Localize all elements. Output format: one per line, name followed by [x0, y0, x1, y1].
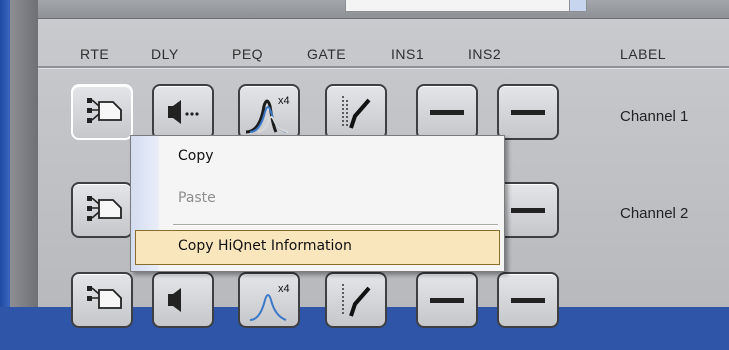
top-dropdown[interactable]	[345, 0, 587, 12]
column-header-ins1: INS1	[391, 46, 425, 62]
ins1-button[interactable]	[416, 84, 478, 140]
channel-label: Channel 1	[620, 108, 689, 125]
window-frame	[10, 0, 39, 307]
rte-button[interactable]	[71, 272, 133, 328]
channel-row: x4	[38, 272, 729, 350]
window-left-edge	[0, 0, 10, 307]
routing-icon	[87, 286, 122, 309]
column-header-ins2: INS2	[468, 46, 502, 62]
ins2-button[interactable]	[497, 182, 559, 238]
ins1-button[interactable]	[416, 272, 478, 328]
column-header-row: RTE DLY PEQ GATE INS1 INS2 LABEL	[38, 28, 729, 68]
channel-label: Channel 2	[620, 205, 689, 222]
menu-item-paste[interactable]: Paste	[178, 190, 216, 206]
insert-icon	[511, 110, 545, 115]
column-header-dly: DLY	[151, 46, 179, 62]
peq-button[interactable]: x4	[238, 272, 300, 328]
gate-icon	[342, 284, 371, 317]
routing-icon	[87, 98, 122, 123]
dly-button[interactable]	[152, 84, 214, 140]
header-divider	[38, 66, 729, 68]
menu-item-copy-hiqnet-information[interactable]: Copy HiQnet Information	[178, 238, 352, 254]
dropdown-arrow-button[interactable]	[569, 0, 586, 11]
column-header-gate: GATE	[307, 46, 347, 62]
rte-button[interactable]	[71, 182, 133, 238]
peq-button[interactable]: x4	[238, 84, 300, 140]
menu-item-copy[interactable]: Copy	[178, 148, 214, 164]
gate-icon	[342, 96, 371, 129]
column-header-label: LABEL	[620, 46, 667, 62]
dly-button[interactable]	[152, 272, 214, 328]
column-header-rte: RTE	[80, 46, 110, 62]
rte-button[interactable]	[71, 84, 133, 140]
delay-icon	[168, 288, 181, 312]
column-header-peq: PEQ	[232, 46, 264, 62]
parametric-eq-icon: x4	[249, 283, 290, 321]
peq-badge: x4	[278, 95, 290, 107]
peq-badge: x4	[278, 283, 290, 295]
routing-icon	[87, 196, 122, 221]
top-bar	[38, 0, 729, 19]
ins2-button[interactable]	[497, 84, 559, 140]
insert-icon	[430, 298, 464, 303]
menu-separator	[173, 224, 498, 225]
ins2-button[interactable]	[497, 272, 559, 328]
insert-icon	[430, 110, 464, 115]
insert-icon	[511, 298, 545, 303]
delay-icon	[168, 100, 199, 124]
context-menu: Copy Paste Copy HiQnet Information	[130, 135, 505, 272]
gate-button[interactable]	[325, 84, 387, 140]
parametric-eq-icon: x4	[245, 95, 290, 134]
gate-button[interactable]	[325, 272, 387, 328]
insert-icon	[511, 208, 545, 213]
